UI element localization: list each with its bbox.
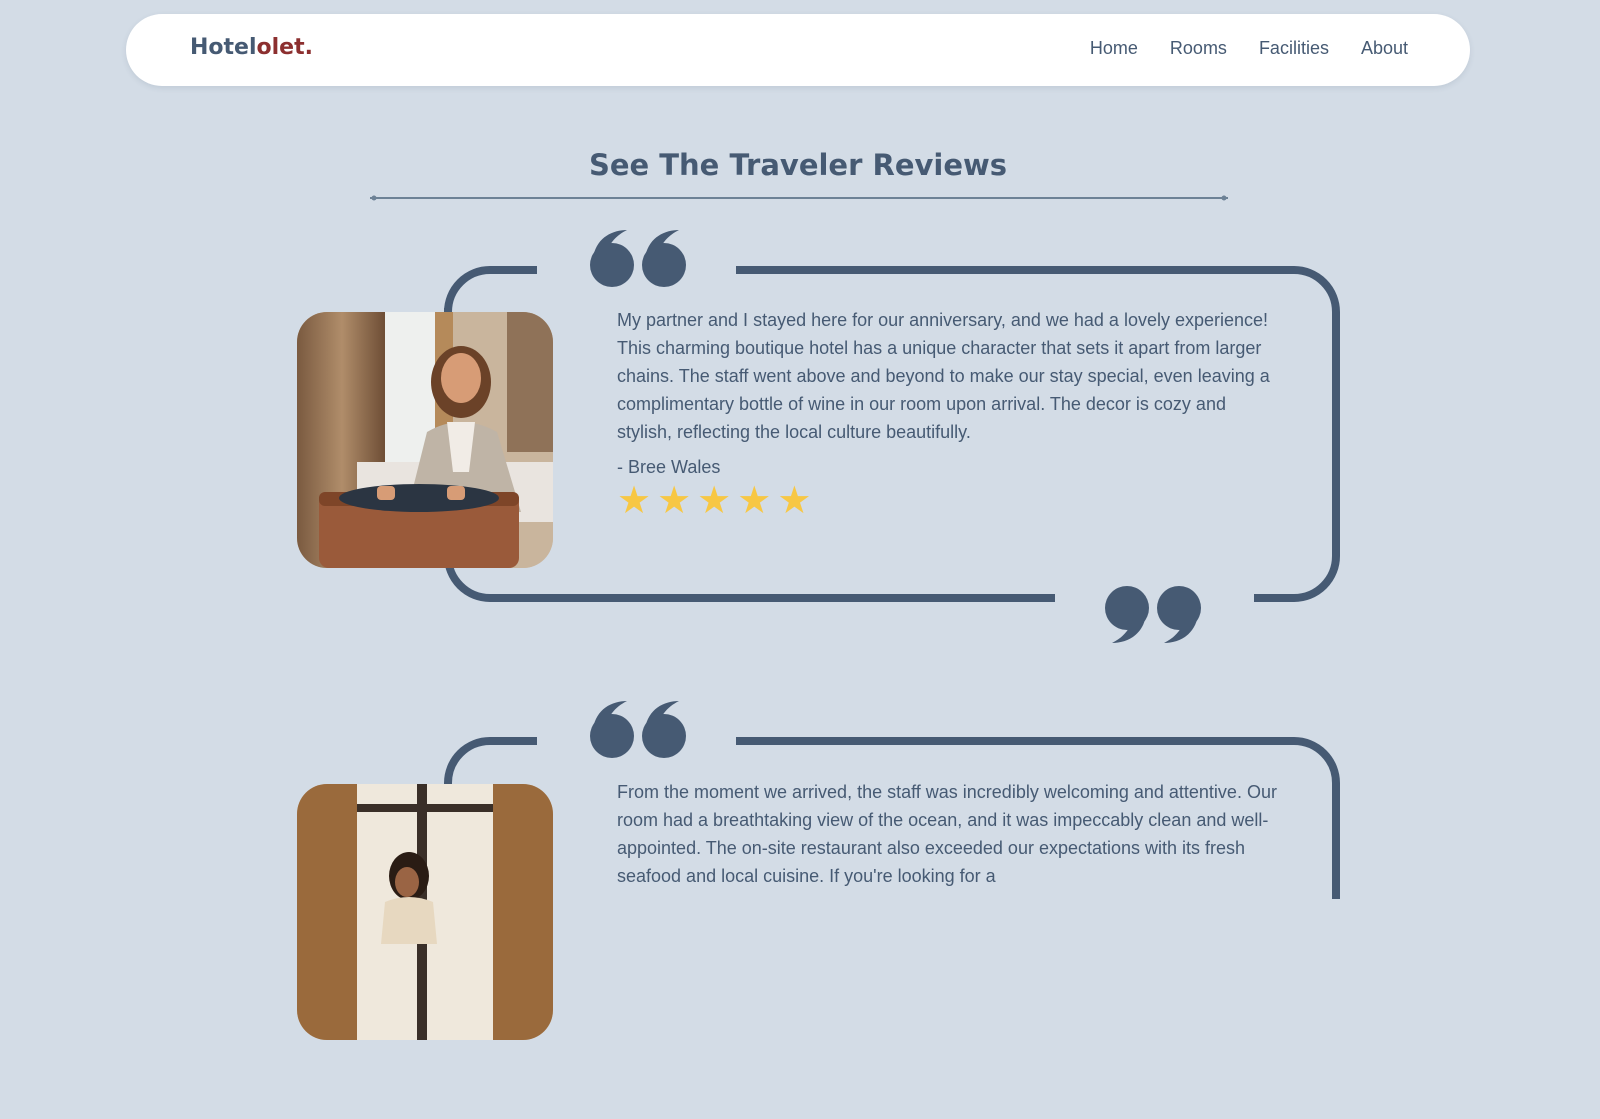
section-title: See The Traveler Reviews bbox=[588, 148, 1008, 182]
review-text: From the moment we arrived, the staff wa… bbox=[617, 782, 1277, 886]
nav-link-rooms[interactable]: Rooms bbox=[1170, 38, 1227, 59]
star-icon: ★ bbox=[777, 478, 812, 522]
star-icon: ★ bbox=[657, 478, 692, 522]
brand-logo-part2: olet bbox=[256, 35, 305, 60]
section-divider bbox=[370, 195, 1228, 201]
star-icon: ★ bbox=[737, 478, 772, 522]
review-card: From the moment we arrived, the staff wa… bbox=[0, 699, 1600, 1119]
star-icon: ★ bbox=[617, 478, 652, 522]
open-quote-icon bbox=[590, 230, 686, 287]
review-card: My partner and I stayed here for our ann… bbox=[0, 228, 1600, 648]
nav-link-about[interactable]: About bbox=[1361, 38, 1408, 59]
nav-menu: Home Rooms Facilities About bbox=[1090, 38, 1408, 59]
brand-logo-part1: Hotel bbox=[190, 35, 257, 60]
nav-link-facilities[interactable]: Facilities bbox=[1259, 38, 1329, 59]
reviewer-photo bbox=[297, 312, 553, 568]
brand-logo[interactable]: Hotelolet. bbox=[190, 35, 313, 60]
brand-logo-dot: . bbox=[304, 35, 313, 60]
close-quote-icon bbox=[1105, 586, 1201, 643]
review-text: My partner and I stayed here for our ann… bbox=[617, 310, 1270, 442]
star-rating: ★ ★ ★ ★ ★ bbox=[617, 480, 811, 520]
review-author: - Bree Wales bbox=[617, 457, 721, 477]
navbar: Hotelolet. Home Rooms Facilities About bbox=[126, 14, 1470, 86]
reviewer-photo bbox=[297, 784, 553, 1040]
nav-link-home[interactable]: Home bbox=[1090, 38, 1138, 59]
open-quote-icon bbox=[590, 701, 686, 758]
star-icon: ★ bbox=[697, 478, 732, 522]
